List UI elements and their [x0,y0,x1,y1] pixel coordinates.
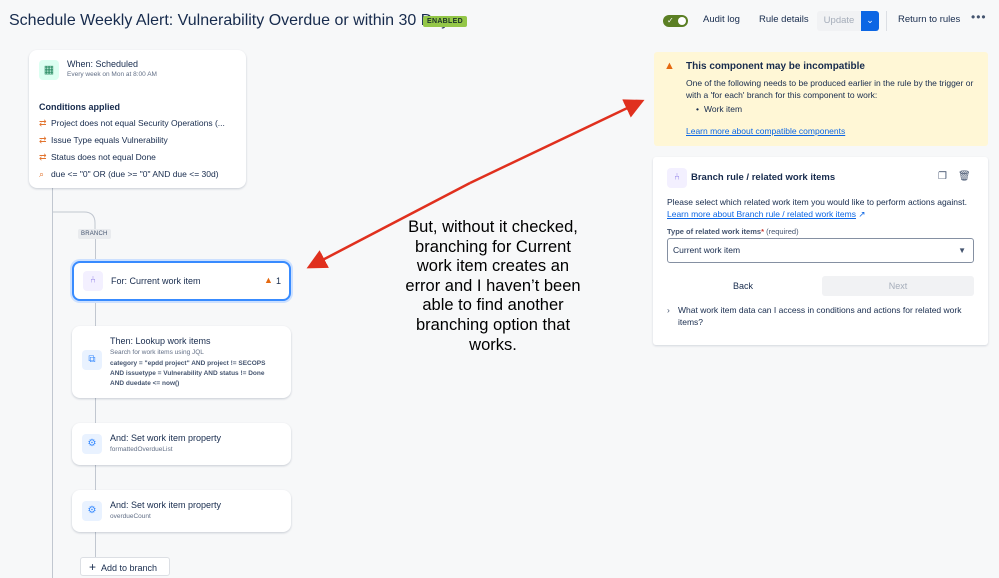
learn-compatible-link[interactable]: Learn more about compatible components [686,126,845,136]
warning-list-item: Work item [696,104,742,114]
trash-icon[interactable]: 🗑 [958,171,971,182]
duplicate-icon[interactable]: ❐ [938,171,947,182]
next-button[interactable]: Next [822,276,974,296]
warning-title: This component may be incompatible [686,61,865,72]
learn-branch-link[interactable]: Learn more about Branch rule / related w… [667,209,856,219]
related-work-items-select[interactable]: Current work item ▼ [667,238,974,263]
branch-icon: ⑃ [667,168,687,188]
chevron-right-icon[interactable]: › [667,305,670,315]
incompatible-warning-panel: ▲ This component may be incompatible One… [654,52,988,146]
warning-icon: ▲ [664,60,675,72]
annotation-text: But, without it checked, branching for C… [405,218,581,354]
back-button[interactable]: Back [667,276,819,296]
faq-expander[interactable]: What work item data can I access in cond… [678,304,978,328]
external-link-icon: ↗ [858,209,866,219]
config-description: Please select which related work item yo… [667,197,968,219]
branch-config-panel: ⑃ Branch rule / related work items ❐ 🗑 P… [653,157,988,345]
config-title: Branch rule / related work items [691,172,836,183]
chevron-down-icon: ▼ [958,246,966,255]
warning-body: One of the following needs to be produce… [686,78,974,100]
field-label: Type of related work items* (required) [667,227,799,236]
